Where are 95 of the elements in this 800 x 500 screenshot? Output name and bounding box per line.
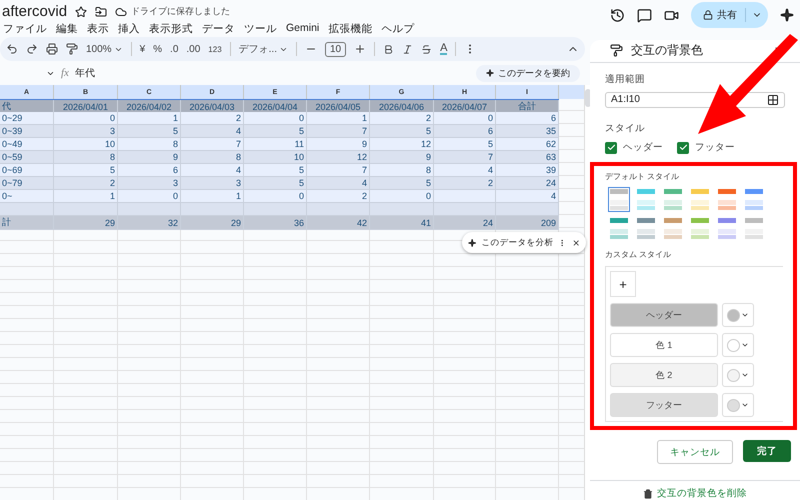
table-cell: 42 [307, 216, 370, 230]
checkbox-label[interactable]: ヘッダー [623, 141, 663, 154]
increase-decimal-button[interactable]: .00 [186, 44, 200, 54]
style-swatch[interactable] [608, 187, 630, 212]
cancel-button[interactable]: キャンセル [657, 440, 733, 464]
paint-format-icon[interactable] [66, 43, 78, 55]
color-picker-button[interactable] [722, 303, 754, 327]
color-label-button[interactable]: フッター [610, 393, 718, 417]
panel-title: 交互の背景色 [631, 42, 704, 60]
table-cell: 41 [370, 216, 434, 230]
font-dropdown[interactable]: デフォ... [238, 42, 288, 56]
document-title[interactable]: aftercovid [2, 3, 68, 20]
close-icon[interactable] [572, 238, 580, 248]
grid-icon[interactable] [767, 94, 779, 106]
star-icon[interactable] [75, 6, 88, 18]
history-icon[interactable] [610, 8, 625, 22]
trash-icon [643, 488, 653, 498]
done-button[interactable]: 完了 [743, 440, 791, 462]
analyze-label[interactable]: このデータを分析 [481, 236, 554, 248]
currency-button[interactable]: ¥ [140, 44, 146, 54]
save-status: ドライブに保存しました [131, 5, 230, 18]
redo-icon[interactable] [26, 43, 38, 55]
table-cell: 32 [118, 216, 181, 230]
menu-item[interactable]: 表示形式 [149, 22, 193, 36]
formula-label: fx [61, 67, 69, 79]
menu-item[interactable]: 挿入 [118, 22, 140, 36]
checkbox-label[interactable]: フッター [695, 141, 735, 154]
formula-value[interactable]: 年代 [74, 66, 95, 80]
zoom-dropdown[interactable]: 100% [86, 44, 123, 54]
style-swatch[interactable] [743, 216, 765, 241]
color-label-button[interactable]: ヘッダー [610, 303, 718, 327]
percent-button[interactable]: % [153, 44, 162, 54]
analyze-chip[interactable]: このデータを分析 [462, 232, 586, 253]
table-cell: 36 [244, 216, 307, 230]
print-icon[interactable] [46, 43, 58, 55]
style-swatch[interactable] [689, 216, 711, 241]
section-label: カスタム スタイル [605, 249, 672, 260]
checkbox[interactable] [677, 142, 689, 154]
style-swatch[interactable] [662, 216, 684, 241]
share-button[interactable]: 共有 [691, 2, 768, 28]
lock-icon [703, 10, 713, 20]
color-label-button[interactable]: 色 2 [610, 363, 718, 387]
table-cell: 29 [54, 216, 118, 230]
table-cell: 29 [181, 216, 244, 230]
menu-item[interactable]: 編集 [56, 22, 78, 36]
style-swatch[interactable] [689, 187, 711, 212]
decrease-decimal-button[interactable]: .0 [170, 44, 178, 54]
comment-icon[interactable] [637, 8, 652, 22]
color-picker-button[interactable] [722, 363, 754, 387]
style-label: スタイル [605, 122, 646, 135]
caret-icon [741, 341, 749, 349]
table-cell: 209 [496, 216, 559, 230]
undo-icon[interactable] [6, 43, 18, 55]
cloud-icon[interactable] [115, 6, 128, 18]
paint-roller-icon [610, 44, 623, 58]
remove-link[interactable]: 交互の背景色を削除 [643, 487, 747, 500]
menu-item[interactable]: ファイル [3, 22, 47, 36]
strikethrough-icon[interactable] [421, 44, 432, 54]
menu-item[interactable]: データ [202, 22, 235, 36]
sparkle-icon [468, 238, 476, 248]
style-swatch[interactable] [662, 187, 684, 212]
style-swatch[interactable] [716, 187, 738, 212]
style-swatch[interactable] [716, 216, 738, 241]
range-label: 適用範囲 [605, 72, 646, 86]
menu-item[interactable]: Gemini [286, 22, 320, 36]
color-label-button[interactable]: 色 1 [610, 333, 718, 357]
sparkle-icon[interactable] [780, 8, 794, 22]
summarize-button[interactable]: このデータを要約 [476, 64, 580, 82]
folder-icon[interactable] [95, 6, 108, 18]
menu-item[interactable]: 表示 [87, 22, 109, 36]
style-swatch[interactable] [635, 187, 657, 212]
style-swatch[interactable] [608, 216, 630, 241]
color-picker-button[interactable] [722, 333, 754, 357]
bold-icon[interactable] [383, 44, 394, 54]
italic-icon[interactable] [402, 44, 414, 54]
menu-item[interactable]: ヘルプ [381, 22, 414, 36]
style-swatch[interactable] [743, 187, 765, 212]
color-picker-button[interactable] [722, 393, 754, 417]
share-label: 共有 [717, 8, 737, 22]
add-button[interactable]: + [610, 271, 636, 297]
sparkle-icon [486, 69, 494, 77]
number-format-button[interactable]: 123 [208, 44, 222, 54]
table-cell: 計 [0, 216, 54, 230]
caret-icon [741, 311, 749, 319]
menu-item[interactable]: ツール [244, 22, 277, 36]
caret-icon [741, 401, 749, 409]
caret-icon [741, 371, 749, 379]
font-size-field[interactable]: 10 [325, 42, 346, 56]
table-cell: 24 [434, 216, 496, 230]
section-label: デフォルト スタイル [605, 171, 680, 182]
menu-item[interactable]: 拡張機能 [328, 22, 372, 36]
text-color-button[interactable]: A [440, 43, 448, 55]
style-swatch[interactable] [635, 216, 657, 241]
checkbox[interactable] [605, 142, 617, 154]
plus-icon[interactable] [354, 43, 366, 55]
